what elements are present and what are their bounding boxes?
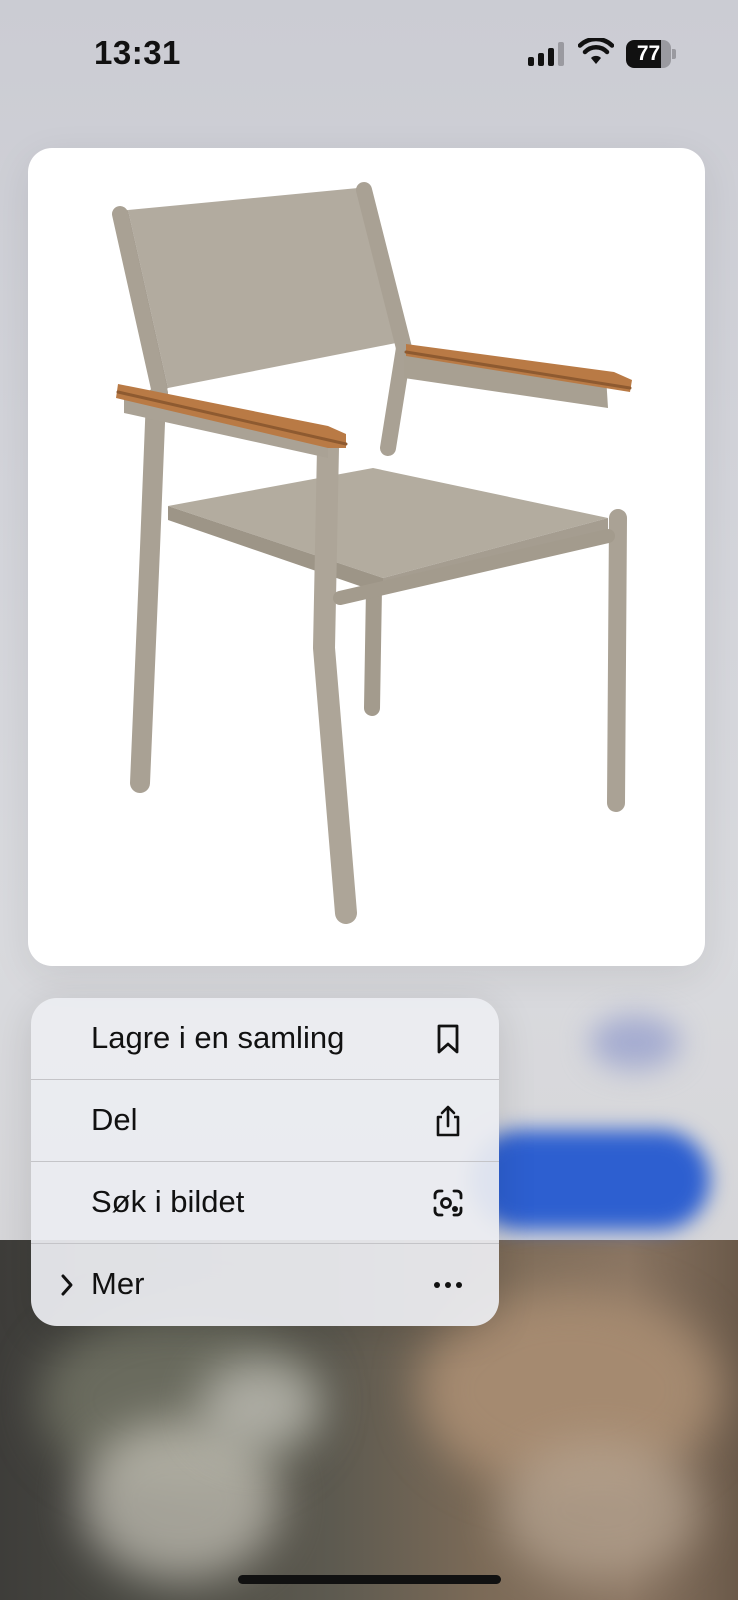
battery-percent: 77 bbox=[636, 42, 661, 65]
blurred-element bbox=[500, 1440, 700, 1580]
menu-item-label: Søk i bildet bbox=[91, 1184, 245, 1219]
blurred-element bbox=[200, 1360, 320, 1450]
status-time: 13:31 bbox=[94, 34, 181, 71]
context-menu: Lagre i en samling Del Søk i bildet Mer bbox=[31, 998, 499, 1326]
wifi-icon bbox=[577, 36, 615, 66]
image-preview bbox=[28, 148, 705, 966]
chair-image bbox=[112, 182, 632, 924]
blurred-button bbox=[470, 1130, 710, 1230]
menu-item-label: Lagre i en samling bbox=[91, 1020, 345, 1055]
chevron-right-icon bbox=[57, 1270, 77, 1300]
more-icon bbox=[431, 1268, 465, 1302]
cellular-signal-icon bbox=[528, 42, 564, 66]
status-bar: 13:31 77 bbox=[0, 0, 738, 110]
menu-item-share[interactable]: Del bbox=[31, 1080, 499, 1162]
bookmark-icon bbox=[431, 1022, 465, 1056]
home-indicator[interactable] bbox=[238, 1575, 501, 1584]
menu-item-save-to-collection[interactable]: Lagre i en samling bbox=[31, 998, 499, 1080]
share-icon bbox=[431, 1104, 465, 1138]
menu-item-search-image[interactable]: Søk i bildet bbox=[31, 1162, 499, 1244]
menu-item-label: Mer bbox=[91, 1266, 145, 1301]
blurred-element bbox=[590, 1015, 680, 1070]
visual-search-icon bbox=[431, 1186, 465, 1220]
menu-item-more[interactable]: Mer bbox=[31, 1244, 499, 1326]
menu-item-label: Del bbox=[91, 1102, 138, 1137]
battery-icon: 77 bbox=[626, 40, 676, 68]
